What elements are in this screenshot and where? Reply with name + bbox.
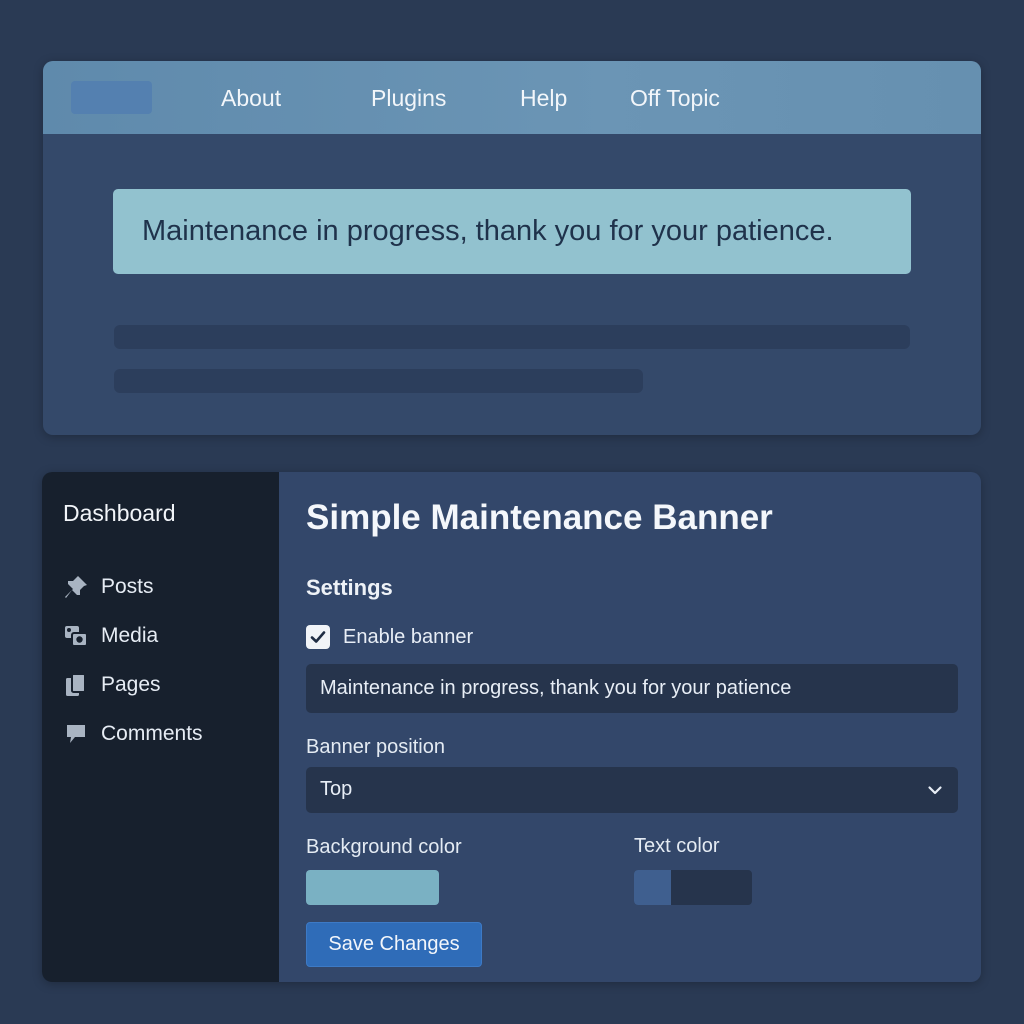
comment-icon <box>62 720 90 748</box>
banner-position-select[interactable]: Top <box>306 767 958 813</box>
enable-banner-row[interactable]: Enable banner <box>306 625 473 649</box>
sidebar-item-label: Pages <box>101 673 161 696</box>
enable-banner-label: Enable banner <box>343 625 474 648</box>
chevron-down-icon <box>928 786 942 795</box>
sidebar-dashboard-link[interactable]: Dashboard <box>63 500 176 527</box>
sidebar-item-comments[interactable]: Comments <box>62 719 203 749</box>
background-color-label: Background color <box>306 836 462 858</box>
banner-position-value: Top <box>320 778 353 800</box>
sidebar-item-pages[interactable]: Pages <box>62 670 161 700</box>
check-icon <box>310 631 326 643</box>
maintenance-banner-preview: Maintenance in progress, thank you for y… <box>113 189 911 274</box>
admin-sidebar: Dashboard Posts Media Pages Comments <box>42 472 279 982</box>
nav-link-about[interactable]: About <box>221 83 281 113</box>
settings-content: Simple Maintenance Banner Settings Enabl… <box>306 472 981 982</box>
sidebar-item-media[interactable]: Media <box>62 621 158 651</box>
banner-message-input[interactable]: Maintenance in progress, thank you for y… <box>306 664 958 713</box>
site-preview: About Plugins Help Off Topic Maintenance… <box>43 61 981 435</box>
content-placeholder-line <box>114 369 643 393</box>
sidebar-item-label: Comments <box>101 722 203 745</box>
enable-banner-checkbox[interactable] <box>306 625 330 649</box>
banner-position-label: Banner position <box>306 736 445 758</box>
save-changes-button[interactable]: Save Changes <box>306 922 482 967</box>
sidebar-item-label: Posts <box>101 575 154 598</box>
section-title: Settings <box>306 575 393 600</box>
page-title: Simple Maintenance Banner <box>306 498 773 537</box>
nav-link-help[interactable]: Help <box>520 83 567 113</box>
background-color-picker[interactable] <box>306 870 439 905</box>
admin-panel: Dashboard Posts Media Pages Comments Sim… <box>42 472 981 982</box>
text-color-label: Text color <box>634 835 720 857</box>
site-logo[interactable] <box>71 81 152 114</box>
sidebar-item-posts[interactable]: Posts <box>62 572 154 602</box>
site-nav-bar: About Plugins Help Off Topic <box>43 61 981 134</box>
nav-link-plugins[interactable]: Plugins <box>371 83 446 113</box>
media-icon <box>62 622 90 650</box>
text-color-swatch <box>634 870 671 905</box>
pages-icon <box>62 671 90 699</box>
pin-icon <box>62 573 90 601</box>
text-color-picker[interactable] <box>634 870 752 905</box>
content-placeholder-line <box>114 325 910 349</box>
sidebar-item-label: Media <box>101 624 159 647</box>
nav-link-off-topic[interactable]: Off Topic <box>630 83 720 113</box>
